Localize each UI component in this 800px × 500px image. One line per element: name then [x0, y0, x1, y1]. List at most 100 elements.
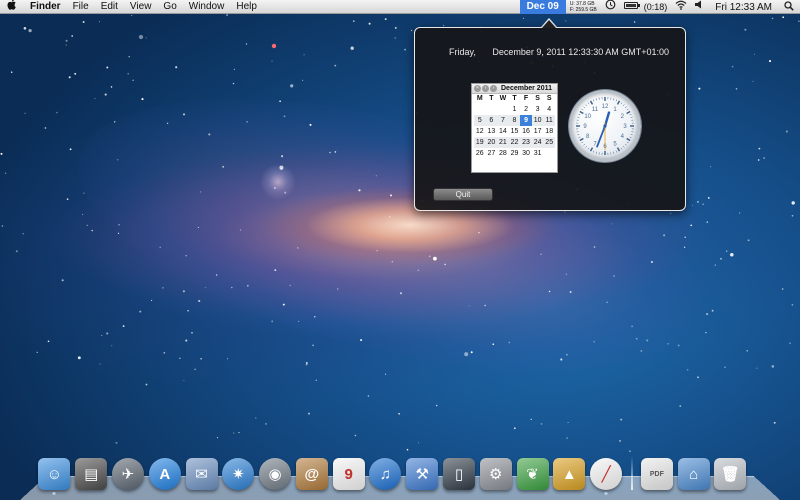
calendar-day[interactable]: 7: [497, 115, 509, 126]
volume-icon[interactable]: [691, 0, 707, 14]
calendar-weekday-header: M: [476, 95, 483, 102]
calendar-header: × ‹ › December 2011: [472, 84, 557, 94]
svg-text:1: 1: [613, 107, 617, 113]
calendar-next-month-icon[interactable]: ›: [490, 85, 497, 92]
calendar-weekday-header: S: [535, 95, 540, 102]
calendar-day[interactable]: 29: [509, 148, 521, 159]
calendar-day[interactable]: 5: [474, 115, 486, 126]
leaf-icon[interactable]: ❦: [516, 458, 549, 490]
dock-separator: [630, 456, 633, 490]
calendar-day[interactable]: 10: [531, 115, 544, 126]
date-popover: Friday, December 9, 2011 12:33:30 AM GMT…: [414, 27, 686, 211]
calendar-day[interactable]: 31: [532, 148, 544, 159]
calendar-day[interactable]: 26: [474, 148, 486, 159]
calendar-day[interactable]: 22: [508, 137, 521, 148]
address-book-icon[interactable]: @: [295, 458, 328, 490]
trash-icon[interactable]: 🗑: [714, 458, 747, 490]
date-status-item[interactable]: Dec 09: [519, 0, 566, 14]
calendar-weekday-header: F: [523, 95, 529, 102]
calendar-weekday-header: T: [489, 95, 494, 102]
calendar-day[interactable]: 15: [509, 126, 521, 137]
calendar-day[interactable]: 20: [485, 137, 498, 148]
calendar-day[interactable]: 12: [474, 126, 486, 137]
calendar-day[interactable]: 6: [485, 115, 498, 126]
svg-text:11: 11: [592, 107, 599, 113]
full-datetime: Friday, December 9, 2011 12:33:30 AM GMT…: [449, 47, 669, 57]
menu-go[interactable]: Go: [157, 0, 182, 14]
calendar-month-title: December 2011: [501, 85, 552, 92]
calendar-day[interactable]: 19: [474, 137, 486, 148]
svg-text:3: 3: [623, 124, 627, 130]
finder-icon[interactable]: ☺: [38, 458, 71, 495]
calendar-day[interactable]: 14: [497, 126, 509, 137]
safari-icon[interactable]: ✷: [222, 458, 255, 490]
pdf-document-icon[interactable]: PDF: [640, 458, 673, 490]
battery-time-label: (0:18): [643, 2, 668, 12]
menu-window[interactable]: Window: [183, 0, 231, 14]
calendar-day[interactable]: 8: [508, 115, 521, 126]
iphone-simulator-icon[interactable]: ▯: [442, 458, 475, 490]
calendar-day[interactable]: 16: [520, 126, 532, 137]
mail-icon[interactable]: ✉: [185, 458, 218, 490]
apple-menu-icon[interactable]: [0, 0, 24, 14]
clock-face: 123456789101112: [576, 97, 634, 155]
wifi-icon[interactable]: [671, 0, 691, 15]
calendar-day: [497, 104, 509, 115]
mini-calendar: × ‹ › December 2011 M T W T F S S 1 2 3 4 5 6 7 8 9 10 11…: [471, 83, 558, 173]
battery-icon[interactable]: [620, 0, 642, 14]
calendar-previous-month-icon[interactable]: ‹: [482, 85, 489, 92]
popover-arrow: [542, 20, 556, 28]
calendar-day[interactable]: 27: [486, 148, 498, 159]
itunes-icon[interactable]: ♫: [369, 458, 402, 490]
calendar-day[interactable]: 18: [543, 126, 555, 137]
calendar-day[interactable]: 17: [532, 126, 544, 137]
disk-stats-status-item[interactable]: U: 37.8 GB F: 259.5 GB: [566, 1, 601, 13]
calendar-day[interactable]: 23: [520, 137, 532, 148]
dashboard-icon[interactable]: ▤: [75, 458, 108, 490]
system-preferences-icon[interactable]: ⚙: [479, 458, 512, 490]
menu-file[interactable]: File: [67, 0, 95, 14]
menu-edit[interactable]: Edit: [95, 0, 124, 14]
calendar-day: [543, 148, 555, 159]
transmit-icon[interactable]: ▲: [553, 458, 586, 490]
facetime-icon[interactable]: ◉: [259, 458, 292, 490]
quit-button[interactable]: Quit: [433, 188, 493, 201]
calendar-weekday-header: T: [512, 95, 517, 102]
ical-icon[interactable]: 9: [332, 458, 365, 490]
weekday-label: Friday,: [449, 47, 476, 57]
svg-text:8: 8: [586, 134, 590, 140]
menu-view[interactable]: View: [124, 0, 158, 14]
svg-text:4: 4: [621, 134, 625, 140]
calendar-day[interactable]: 30: [520, 148, 532, 159]
calendar-day[interactable]: 11: [543, 115, 555, 126]
calendar-day: [486, 104, 498, 115]
spotlight-icon[interactable]: [778, 0, 800, 14]
calendar-day[interactable]: 2: [520, 104, 532, 115]
calendar-day[interactable]: 13: [486, 126, 498, 137]
app-store-icon[interactable]: A: [148, 458, 181, 490]
calendar-day[interactable]: 25: [543, 137, 555, 148]
disk-free-label: F: 259.5 GB: [569, 7, 597, 13]
time-machine-icon[interactable]: [601, 0, 620, 15]
calendar-day[interactable]: 24: [531, 137, 544, 148]
xcode-icon[interactable]: ⚒: [406, 458, 439, 490]
menu-app-name[interactable]: Finder: [24, 0, 67, 14]
menu-help[interactable]: Help: [230, 0, 263, 14]
calendar-day[interactable]: 4: [543, 104, 555, 115]
battery-fill: [625, 4, 636, 7]
launchpad-icon[interactable]: ✈: [111, 458, 144, 490]
clock-app-icon[interactable]: ╱: [590, 458, 623, 495]
calendar-day[interactable]: 1: [509, 104, 521, 115]
svg-text:9: 9: [583, 124, 587, 130]
downloads-folder-icon[interactable]: ⌂: [677, 458, 710, 490]
datetime-label: December 9, 2011 12:33:30 AM GMT+01:00: [492, 47, 670, 57]
calendar-grid: M T W T F S S 1 2 3 4 5 6 7 8 9 10 11 12 13 14 15 16 17 18 19 20 21…: [472, 94, 557, 159]
calendar-day[interactable]: 28: [497, 148, 509, 159]
menu-clock[interactable]: Fri 12:33 AM: [707, 2, 778, 13]
calendar-day[interactable]: 3: [532, 104, 544, 115]
svg-text:2: 2: [621, 114, 625, 120]
calendar-day-today[interactable]: 9: [520, 115, 532, 126]
dock: ☺ ▤ ✈ A ✉ ✷ ◉ @9 ♫ ⚒ ▯ ⚙ ❦ ▲ ╱ PDF ⌂ 🗑: [36, 452, 749, 495]
calendar-close-icon[interactable]: ×: [474, 85, 481, 92]
calendar-day[interactable]: 21: [497, 137, 509, 148]
